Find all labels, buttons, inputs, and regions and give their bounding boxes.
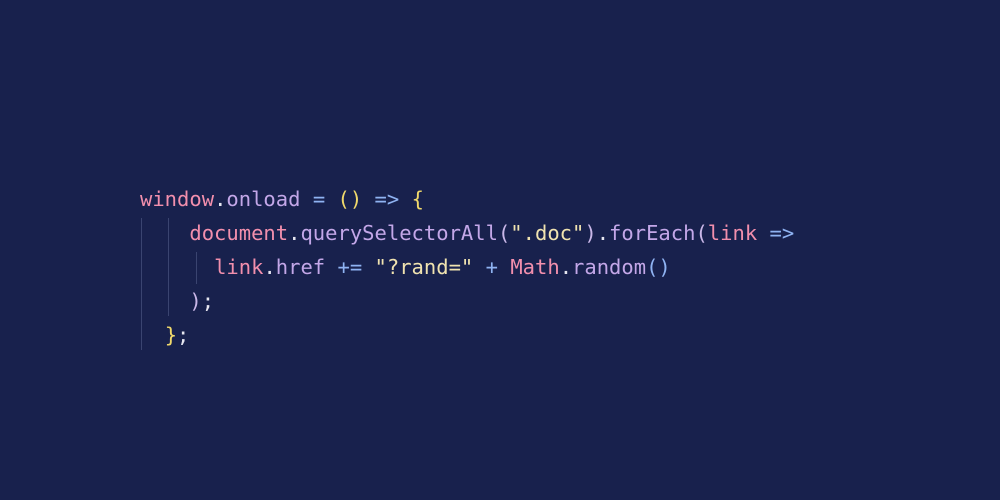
code-token: => xyxy=(769,221,795,245)
code-block[interactable]: window.onload = () => { document.querySe… xyxy=(140,182,794,352)
code-token: . xyxy=(559,255,573,279)
code-token: href xyxy=(275,255,326,279)
code-token: . xyxy=(214,187,227,211)
code-token: () xyxy=(337,187,363,211)
code-token: += xyxy=(337,255,363,279)
code-token: + xyxy=(485,255,498,279)
code-token: . xyxy=(263,255,276,279)
code-line: link.href += "?rand=" + Math.random() xyxy=(140,250,794,284)
code-token: ; xyxy=(201,289,215,313)
code-token: . xyxy=(288,221,301,245)
code-token: ) xyxy=(584,221,597,245)
code-token: ) xyxy=(189,289,202,313)
code-token: document xyxy=(189,221,289,245)
code-token: ".doc" xyxy=(510,221,585,245)
code-token: ( xyxy=(695,221,708,245)
code-token: forEach xyxy=(609,221,696,245)
code-token: () xyxy=(646,255,671,279)
code-token: "?rand=" xyxy=(374,255,474,279)
code-line: document.querySelectorAll(".doc").forEac… xyxy=(140,216,794,250)
code-token: } xyxy=(164,323,178,347)
code-token: link xyxy=(214,255,264,279)
code-token: Math xyxy=(510,255,560,279)
code-token: . xyxy=(596,221,610,245)
code-token: = xyxy=(312,187,326,211)
code-token: { xyxy=(411,187,424,211)
code-editor: window.onload = () => { document.querySe… xyxy=(0,0,1000,500)
code-token: link xyxy=(707,221,758,245)
code-line: }; xyxy=(140,318,794,352)
code-token: ( xyxy=(497,221,511,245)
code-line: ); xyxy=(140,284,794,318)
code-token: random xyxy=(572,255,647,279)
code-token: onload xyxy=(226,187,301,211)
code-line: window.onload = () => { xyxy=(140,182,794,216)
code-token: => xyxy=(374,187,400,211)
code-token: ; xyxy=(177,323,190,347)
code-token: querySelectorAll xyxy=(300,221,498,245)
code-token: window xyxy=(140,187,215,211)
